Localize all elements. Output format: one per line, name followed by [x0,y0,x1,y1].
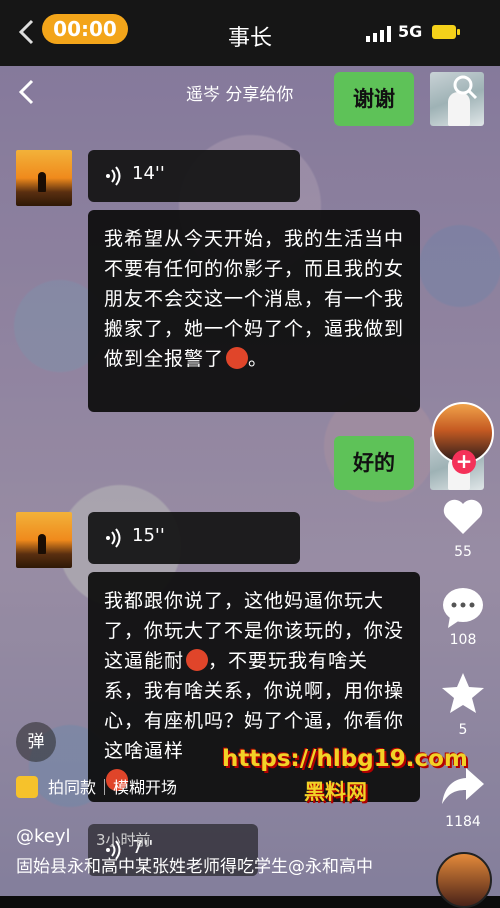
sent-message: 好的 [334,436,414,490]
back-arrow-icon[interactable] [16,18,38,46]
sparkle-icon [16,776,38,798]
voice-wave-icon [106,166,121,186]
angry-emoji-icon [186,649,209,671]
comment-count: 108 [449,632,477,648]
music-disc-avatar[interactable] [436,852,492,908]
network-type: 5G [398,22,423,41]
recording-time-pill: 00:00 [42,14,128,44]
effect-label[interactable]: 模糊开场 [113,778,177,797]
contact-title: 事长 [227,26,272,51]
voice-message[interactable]: 15'' [88,512,300,564]
voice-duration: 14'' [132,163,165,184]
watermark-url: https://hlbg19.com [222,746,468,772]
angry-emoji-icon [226,347,249,369]
message-suffix: 。 [248,348,269,370]
author-handle[interactable]: @keyl [16,826,71,847]
same-style-label[interactable]: 拍同款 [48,778,96,797]
search-icon[interactable] [452,74,478,100]
share-count: 1184 [445,814,481,830]
watermark-name: 黑料网 [304,780,367,804]
contact-avatar[interactable] [16,512,72,568]
battery-icon [432,25,460,39]
text-message: 我希望从今天开始，我的生活当中不要有任何的你影子，而且我的女朋友不会交这一个消息… [88,210,420,412]
comment-icon[interactable] [440,584,486,630]
danmu-toggle-button[interactable]: 弹 [16,722,56,762]
voice-duration: 15'' [132,525,165,546]
voice-message[interactable]: 14'' [88,150,300,202]
post-caption: 固始县永和高中某张姓老师得吃学生@永和高中 [16,857,373,877]
chat-back-icon[interactable] [16,78,38,106]
follow-plus-button[interactable]: + [452,450,476,474]
contact-avatar[interactable] [16,150,72,206]
star-icon[interactable] [440,670,486,716]
status-bar: 00:00 事长 5G [0,0,500,66]
heart-icon[interactable] [440,494,486,540]
effect-tag-row[interactable]: 拍同款 模糊开场 [16,774,177,804]
like-count: 55 [454,544,472,560]
signal-icon [366,26,391,42]
voice-wave-icon [106,528,121,548]
share-label: 遥岑 分享给你 [186,85,294,105]
sent-message: 谢谢 [334,72,414,126]
tag-divider [104,779,106,795]
favorite-count: 5 [458,722,468,738]
post-time: 3小时前 [96,831,151,849]
